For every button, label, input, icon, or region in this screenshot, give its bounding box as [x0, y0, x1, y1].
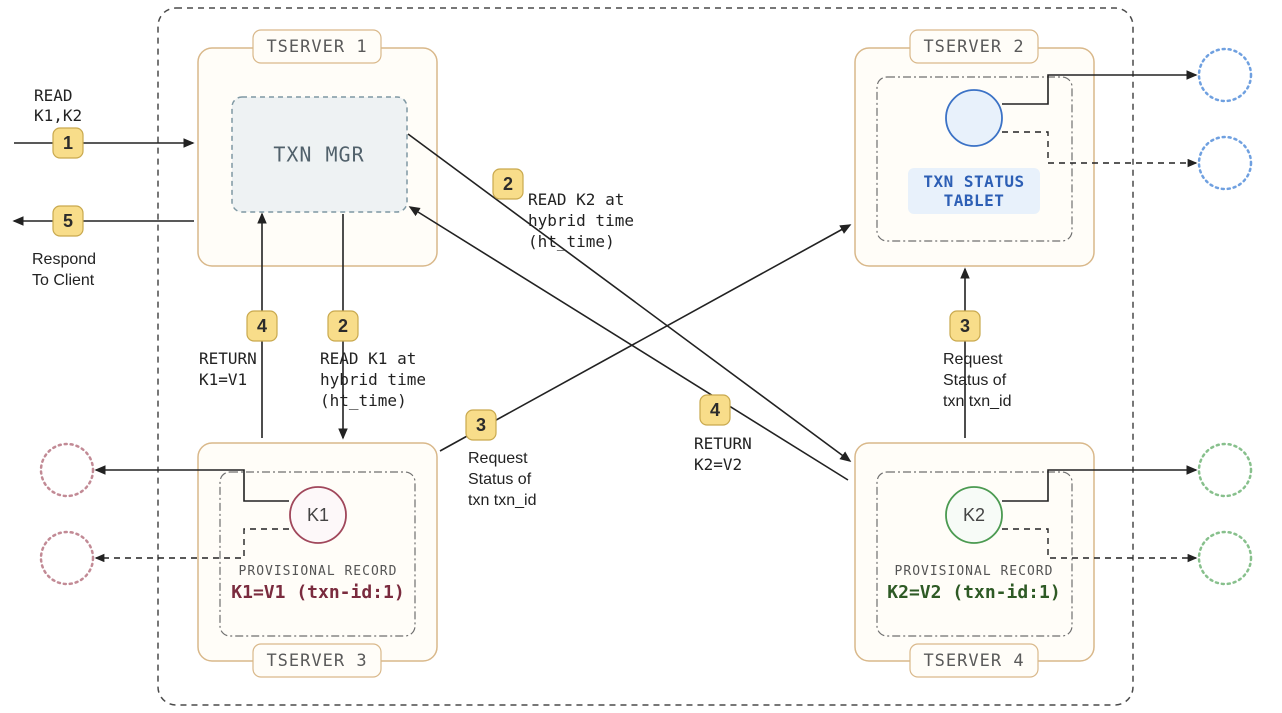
replica-green-2-icon [1199, 532, 1251, 584]
step-1-desc-l2: K1,K2 [34, 106, 82, 125]
step-2-k2-desc-l3: (ht_time) [528, 232, 615, 251]
k2-label: K2 [963, 505, 985, 525]
step-4-k1-desc-l2: K1=V1 [199, 370, 247, 389]
k2-provisional-label: PROVISIONAL RECORD [895, 564, 1054, 579]
tserver-3: TSERVER 3 K1 PROVISIONAL RECORD K1=V1 (t… [96, 443, 437, 677]
step-1: READ K1,K2 1 [34, 86, 83, 158]
txn-status-label-l1: TXN STATUS [923, 172, 1024, 191]
step-1-badge: 1 [63, 133, 73, 153]
replica-green-1-icon [1199, 444, 1251, 496]
step-2-k2-desc-l2: hybrid time [528, 211, 634, 230]
tserver-4-title: TSERVER 4 [923, 651, 1024, 671]
step-3-right-desc-l1: Request [943, 351, 1003, 368]
tserver-3-title: TSERVER 3 [266, 651, 367, 671]
step-4-k2-desc-l2: K2=V2 [694, 455, 742, 474]
step-5-badge: 5 [63, 211, 73, 231]
k2-provisional-value: K2=V2 (txn-id:1) [887, 582, 1060, 603]
replica-red-2-icon [41, 532, 93, 584]
k1-label: K1 [307, 505, 329, 525]
tserver-4: TSERVER 4 K2 PROVISIONAL RECORD K2=V2 (t… [855, 443, 1196, 677]
txn-mgr-label: TXN MGR [273, 143, 364, 167]
step-4-k2-badge: 4 [710, 400, 720, 420]
step-3-right-desc-l3: txn txn_id [943, 393, 1011, 410]
step-4-k1-badge: 4 [257, 316, 267, 336]
step-3-left-badge: 3 [476, 415, 486, 435]
step-2-k1-badge: 2 [338, 316, 348, 336]
step-3-left-desc-l3: txn txn_id [468, 492, 536, 509]
step-3-left-desc-l2: Status of [468, 471, 532, 488]
replica-blue-2-icon [1199, 137, 1251, 189]
step-5-desc-l2: To Client [32, 272, 95, 289]
k1-provisional-label: PROVISIONAL RECORD [239, 564, 398, 579]
step-2-k1-desc-l3: (ht_time) [320, 391, 407, 410]
step-2-k1-desc-l1: READ K1 at [320, 349, 416, 368]
txn-status-label-l2: TABLET [944, 191, 1005, 210]
replica-blue-1-icon [1199, 49, 1251, 101]
step-5: 5 Respond To Client [32, 206, 96, 289]
tserver-2: TSERVER 2 TXN STATUS TABLET [855, 30, 1196, 266]
step-5-desc-l1: Respond [32, 251, 96, 268]
step-2-k1-desc-l2: hybrid time [320, 370, 426, 389]
step-2-k2-desc-l1: READ K2 at [528, 190, 624, 209]
tserver-1: TSERVER 1 TXN MGR [198, 30, 437, 266]
txn-status-tablet-icon [946, 90, 1002, 146]
k1-provisional-value: K1=V1 (txn-id:1) [231, 582, 404, 603]
tserver-2-title: TSERVER 2 [923, 37, 1024, 57]
step-3-left-desc-l1: Request [468, 450, 528, 467]
replica-red-1-icon [41, 444, 93, 496]
step-3-right-badge: 3 [960, 316, 970, 336]
step-3-right-desc-l2: Status of [943, 372, 1007, 389]
step-2-k2-badge: 2 [503, 174, 513, 194]
step-1-desc-l1: READ [34, 86, 73, 105]
step-4-k1-desc-l1: RETURN [199, 349, 257, 368]
tserver-1-title: TSERVER 1 [266, 37, 367, 57]
step-4-k2-desc-l1: RETURN [694, 434, 752, 453]
